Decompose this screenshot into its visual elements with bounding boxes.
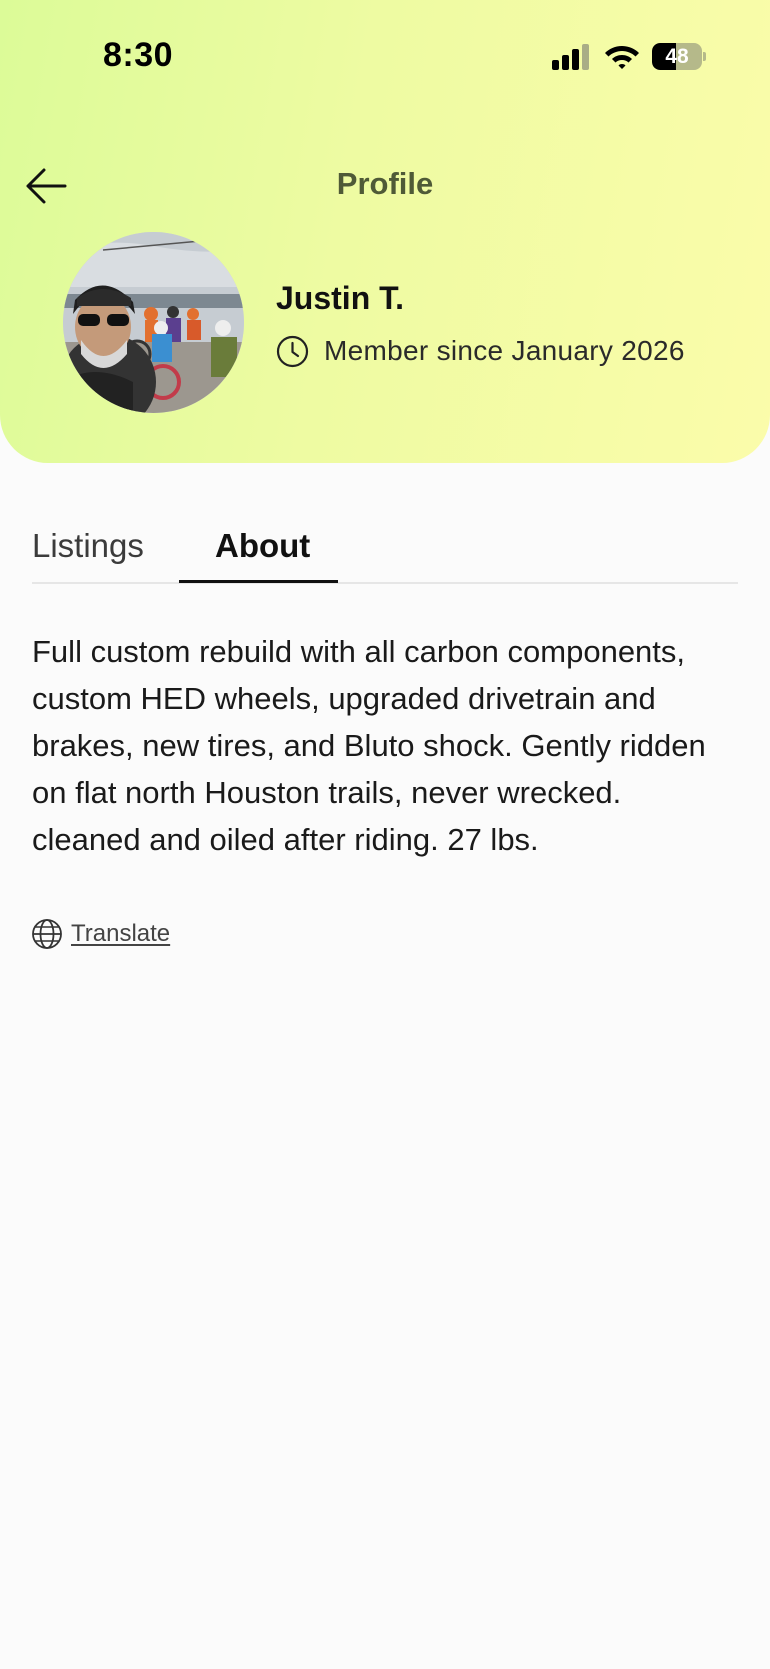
- battery-level: 48: [665, 45, 689, 68]
- page-title: Profile: [336, 166, 434, 201]
- profile-header: 8:30 48 Profile Justin T. Member since J…: [0, 0, 770, 463]
- clock-icon: [276, 335, 309, 367]
- about-description: Full custom rebuild with all carbon comp…: [32, 634, 706, 857]
- member-since-row: Member since January 2026: [276, 333, 685, 369]
- status-time: 8:30: [103, 36, 174, 74]
- tab-about[interactable]: About: [215, 527, 310, 565]
- user-name: Justin T.: [276, 280, 405, 316]
- translate-label[interactable]: Translate: [71, 920, 170, 948]
- cellular-signal-icon: [552, 44, 589, 70]
- profile-tabs: Listings About: [32, 525, 738, 584]
- tab-listings[interactable]: Listings: [32, 527, 144, 565]
- translate-link[interactable]: Translate: [31, 917, 170, 951]
- member-since-text: Member since January 2026: [324, 335, 685, 366]
- globe-icon: [32, 919, 62, 949]
- wifi-icon: [605, 46, 639, 69]
- avatar[interactable]: [63, 232, 244, 413]
- battery-icon: 48: [652, 43, 706, 70]
- active-tab-indicator: [179, 580, 338, 583]
